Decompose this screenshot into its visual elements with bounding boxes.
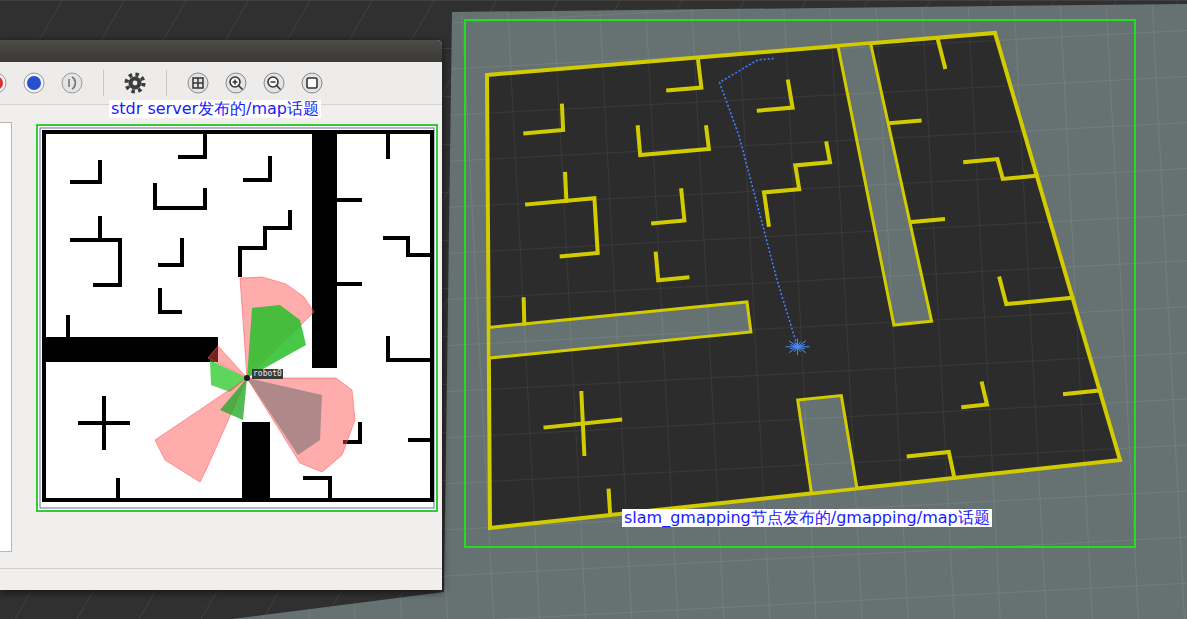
wall: [386, 135, 390, 157]
mapped-wall: [911, 219, 943, 222]
title-bar[interactable]: [0, 40, 442, 62]
fit-view-icon[interactable]: [300, 71, 324, 95]
mapped-wall: [963, 383, 987, 407]
mapped-wall: [638, 127, 709, 155]
toolbar: [0, 62, 442, 105]
unknown-region: [489, 302, 751, 358]
robot-trajectory: [720, 59, 798, 347]
mapped-wall: [565, 174, 566, 201]
robot-label: robot0: [252, 369, 283, 379]
thick-wall: [44, 337, 218, 362]
wall: [72, 240, 120, 285]
grid-icon[interactable]: [186, 71, 210, 95]
mapped-wall: [609, 491, 611, 515]
mapped-wall: [938, 41, 945, 67]
wall: [98, 218, 102, 240]
wall: [338, 282, 360, 286]
laser-ray: [797, 341, 805, 347]
stdr-map-annotation: stdr server发布的/map话题: [109, 100, 321, 118]
sound-icon[interactable]: [60, 71, 84, 95]
unknown-region: [798, 396, 857, 494]
wall: [160, 290, 180, 312]
wall: [385, 238, 432, 255]
stdr-map[interactable]: robot0: [36, 124, 440, 516]
wall: [305, 478, 330, 500]
map-inner-frame: [40, 128, 434, 508]
blue-dot-icon[interactable]: [22, 71, 46, 95]
mapped-wall: [653, 190, 684, 223]
laser-ray: [789, 347, 797, 353]
laser-ray: [789, 341, 797, 347]
thick-wall: [242, 422, 270, 500]
gmapping-map: [487, 33, 1120, 528]
mapped-wall: [522, 299, 527, 324]
wall: [240, 212, 290, 275]
gear-icon[interactable]: [123, 71, 147, 95]
wall: [160, 240, 182, 265]
laser-ray: [797, 345, 804, 347]
mapped-wall: [764, 143, 830, 224]
outer-wall: [44, 132, 432, 500]
wall: [116, 480, 120, 500]
wall: [155, 185, 205, 208]
mapped-wall: [668, 61, 701, 90]
mapped-wall: [759, 82, 793, 111]
gmapping-map-annotation: slam_gmapping节点发布的/gmapping/map话题: [622, 509, 992, 527]
wall: [410, 438, 432, 442]
toolbar-separator: [103, 70, 104, 96]
stdr-map-canvas[interactable]: [36, 124, 440, 516]
wall: [66, 317, 70, 337]
zoom-in-icon[interactable]: [224, 71, 248, 95]
ground-grid: [0, 0, 1187, 619]
status-divider: [0, 568, 442, 569]
robot-list-panel[interactable]: [0, 122, 12, 552]
mapped-wall: [1000, 278, 1073, 304]
laser-ray: [797, 347, 805, 353]
mapped-area: [487, 33, 1120, 528]
toolbar-separator: [166, 70, 167, 96]
laser-scan: [155, 277, 355, 482]
map-bounds-frame: [465, 20, 1135, 547]
window-content: robot0: [0, 105, 442, 568]
stdr-gui-window[interactable]: robot0: [0, 40, 442, 590]
wall: [338, 198, 360, 202]
rviz-3d-view[interactable]: robot0 stdr server发布的/map话题 slam_gmappin…: [0, 0, 1187, 619]
mapped-wall: [527, 198, 598, 256]
zoom-out-icon[interactable]: [262, 71, 286, 95]
wall: [388, 338, 432, 360]
laser-points: [786, 338, 810, 355]
mapped-wall: [656, 254, 688, 281]
thick-wall: [312, 132, 337, 368]
mapped-wall: [965, 159, 1037, 179]
map-frame: [37, 125, 437, 511]
wall: [102, 398, 106, 448]
wall: [72, 162, 100, 182]
mapped-wall: [890, 121, 920, 124]
mapped-wall: [581, 393, 584, 454]
unknown-region: [838, 43, 932, 325]
record-icon[interactable]: [0, 71, 8, 95]
robot-marker[interactable]: [244, 375, 250, 381]
mapped-wall: [1065, 390, 1100, 394]
map-walls: [44, 132, 432, 500]
mapped-wall: [909, 452, 955, 478]
mapped-wall: [525, 106, 563, 134]
wall: [180, 135, 205, 157]
wall: [245, 158, 270, 180]
